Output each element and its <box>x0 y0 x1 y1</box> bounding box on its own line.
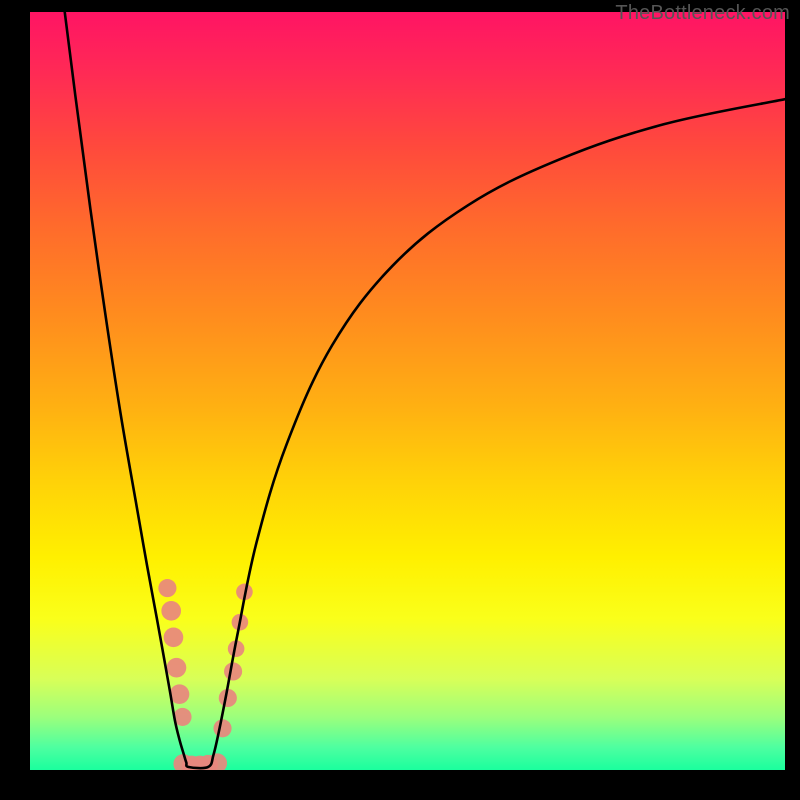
data-marker <box>224 662 242 680</box>
data-marker <box>213 719 231 737</box>
data-marker <box>167 658 187 678</box>
data-marker <box>164 628 184 648</box>
chart-plot-area <box>30 12 785 770</box>
chart-frame: TheBottleneck.com <box>0 0 800 800</box>
markers-group <box>158 579 252 770</box>
chart-overlay-svg <box>30 12 785 770</box>
watermark-text: TheBottleneck.com <box>615 2 790 25</box>
data-marker <box>161 601 181 621</box>
bottleneck-curve <box>65 12 785 768</box>
data-marker <box>158 579 176 597</box>
curves-group <box>65 12 785 768</box>
